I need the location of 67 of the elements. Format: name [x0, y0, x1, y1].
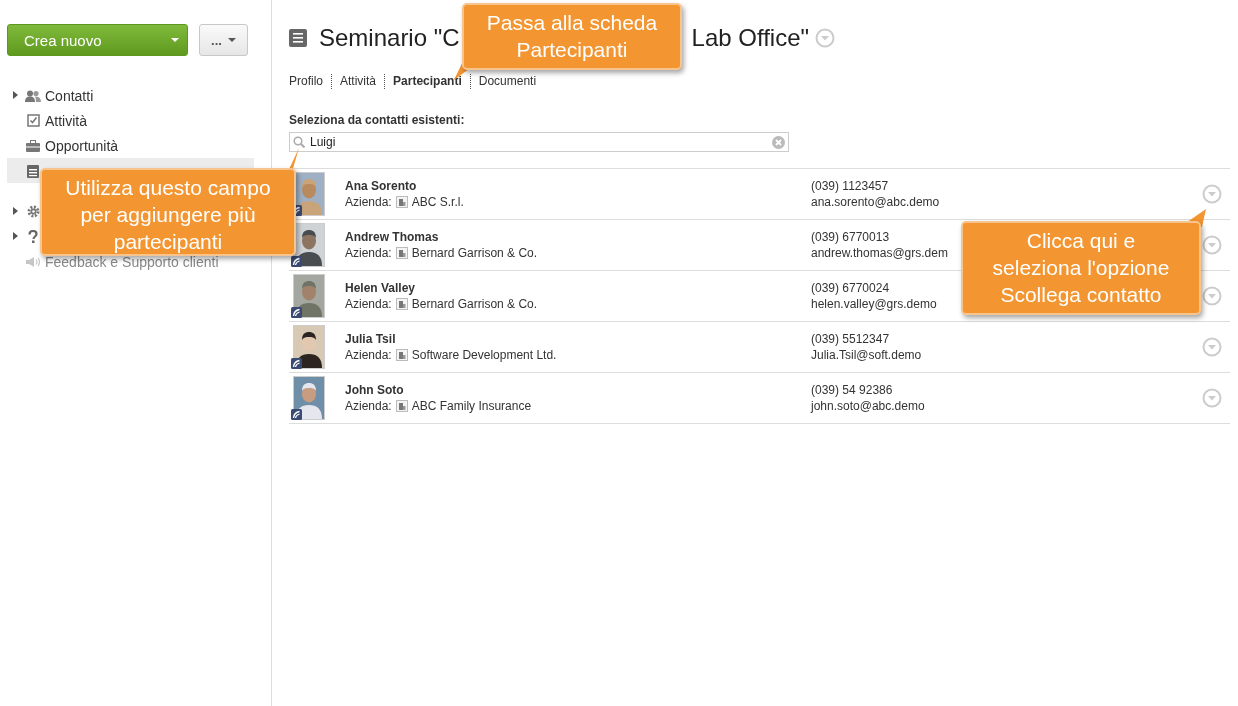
sidebar-item[interactable]: Attività — [7, 108, 91, 133]
document-icon — [289, 29, 307, 47]
help-icon — [28, 230, 38, 243]
company-label: Azienda: — [345, 245, 392, 261]
briefcase-icon — [26, 139, 40, 152]
field-label: Seleziona da contatti esistenti: — [289, 113, 466, 127]
contact-name[interactable]: Julia Tsil — [345, 331, 811, 347]
expand-arrow-icon[interactable] — [13, 232, 18, 240]
badge-icon — [291, 358, 302, 369]
building-icon — [395, 247, 408, 259]
phone-number: (039) 5512347 — [811, 331, 890, 347]
tab[interactable]: Profilo — [289, 74, 331, 89]
contact-name[interactable]: Ana Sorento — [345, 178, 811, 194]
phone-number: (039) 6770013 — [811, 229, 890, 245]
contact-name[interactable]: Andrew Thomas — [345, 229, 811, 245]
hint-tooltip: Clicca qui e seleziona l'opzione Scollega contatto — [961, 221, 1201, 315]
building-icon — [395, 196, 408, 208]
dropdown-icon[interactable] — [1202, 184, 1222, 204]
calendar-icon — [27, 163, 39, 178]
dropdown-icon[interactable] — [1202, 235, 1222, 255]
hint-tooltip: Passa alla scheda Partecipanti — [462, 3, 682, 70]
dropdown-icon[interactable] — [815, 28, 836, 48]
company-name[interactable]: Bernard Garrison & Co. — [411, 245, 538, 261]
company-label: Azienda: — [345, 398, 392, 414]
email-address[interactable]: ana.sorento@abc.demo — [811, 194, 940, 210]
tab[interactable]: Documenti — [469, 74, 545, 89]
email-address[interactable]: john.soto@abc.demo — [811, 398, 925, 414]
company-label: Azienda: — [345, 194, 392, 210]
company-label: Azienda: — [345, 347, 392, 363]
search-icon — [293, 136, 305, 148]
expand-arrow-icon[interactable] — [13, 91, 18, 99]
tab[interactable]: Attività — [331, 74, 385, 89]
phone-number: (039) 6770024 — [811, 280, 890, 296]
company-name[interactable]: ABC Family Insurance — [411, 398, 532, 414]
sidebar-item[interactable]: Contatti — [7, 83, 98, 108]
megaphone-icon — [26, 255, 40, 268]
hint-tooltip: Utilizza questo campo per aggiungere più partecipanti — [40, 168, 296, 256]
badge-icon — [291, 307, 302, 318]
company-name[interactable]: Bernard Garrison & Co. — [411, 296, 538, 312]
expand-arrow-icon[interactable] — [13, 207, 18, 215]
email-address[interactable]: Julia.Tsil@soft.demo — [811, 347, 922, 363]
page-title: Lab Office" — [691, 24, 810, 52]
company-name[interactable]: ABC S.r.l. — [411, 194, 464, 210]
building-icon — [395, 400, 408, 412]
company-label: Azienda: — [345, 296, 392, 312]
building-icon — [395, 298, 408, 310]
more-button[interactable]: ... — [199, 24, 248, 56]
company-name[interactable]: Software Development Ltd. — [411, 347, 557, 363]
contact-name[interactable]: Helen Valley — [345, 280, 811, 296]
email-address[interactable]: helen.valley@grs.demo — [811, 296, 937, 312]
people-icon — [25, 89, 41, 102]
search-field[interactable]: Luigi — [289, 132, 789, 152]
building-icon — [395, 349, 408, 361]
dropdown-icon[interactable] — [1202, 337, 1222, 357]
page-title: Seminario "C — [319, 24, 460, 52]
email-address[interactable]: andrew.thomas@grs.dem — [811, 245, 948, 261]
phone-number: (039) 1123457 — [811, 178, 889, 194]
dropdown-icon[interactable] — [1202, 286, 1222, 306]
dropdown-icon[interactable] — [1202, 388, 1222, 408]
gear-icon — [26, 205, 40, 218]
phone-number: (039) 54 92386 — [811, 382, 893, 398]
badge-icon — [291, 256, 302, 267]
contact-name[interactable]: John Soto — [345, 382, 811, 398]
clear-icon[interactable] — [772, 135, 785, 149]
sidebar-item[interactable]: Opportunità — [7, 133, 123, 158]
badge-icon — [291, 409, 302, 420]
checkbox-icon — [26, 114, 40, 127]
